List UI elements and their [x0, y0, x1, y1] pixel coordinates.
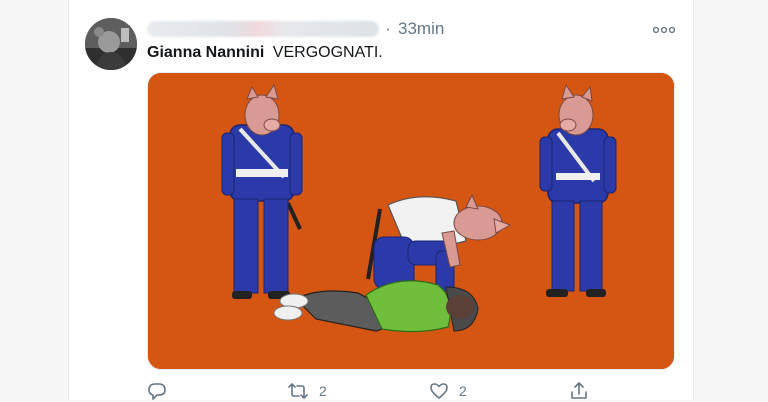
share-icon [571, 382, 587, 399]
tweet-timestamp[interactable]: 33min [398, 19, 444, 39]
author-name[interactable]: Gianna Nannini [147, 44, 264, 61]
tweet-content-line: Gianna Nannini VERGOGNATI. [147, 44, 383, 62]
retweet-icon [288, 383, 308, 399]
like-button[interactable]: 2 [429, 380, 467, 402]
cartoon-illustration [148, 73, 674, 369]
more-horizontal-icon[interactable] [652, 22, 676, 34]
reply-icon [148, 383, 166, 400]
retweet-count: 2 [319, 383, 327, 399]
tweet-text: VERGOGNATI. [272, 44, 383, 61]
tweet-card[interactable]: · 33min Gianna Nannini VERGOGNATI. 2 2 [68, 0, 694, 400]
heart-icon [430, 383, 448, 399]
like-count: 2 [459, 383, 467, 399]
dot-separator: · [385, 19, 391, 38]
tweet-media-image[interactable] [147, 72, 675, 370]
reply-button[interactable] [147, 380, 167, 402]
avatar[interactable] [85, 18, 137, 70]
avatar-image [85, 18, 137, 70]
blurred-handle [147, 21, 379, 37]
retweet-button[interactable]: 2 [287, 380, 327, 402]
share-button[interactable] [569, 380, 589, 402]
